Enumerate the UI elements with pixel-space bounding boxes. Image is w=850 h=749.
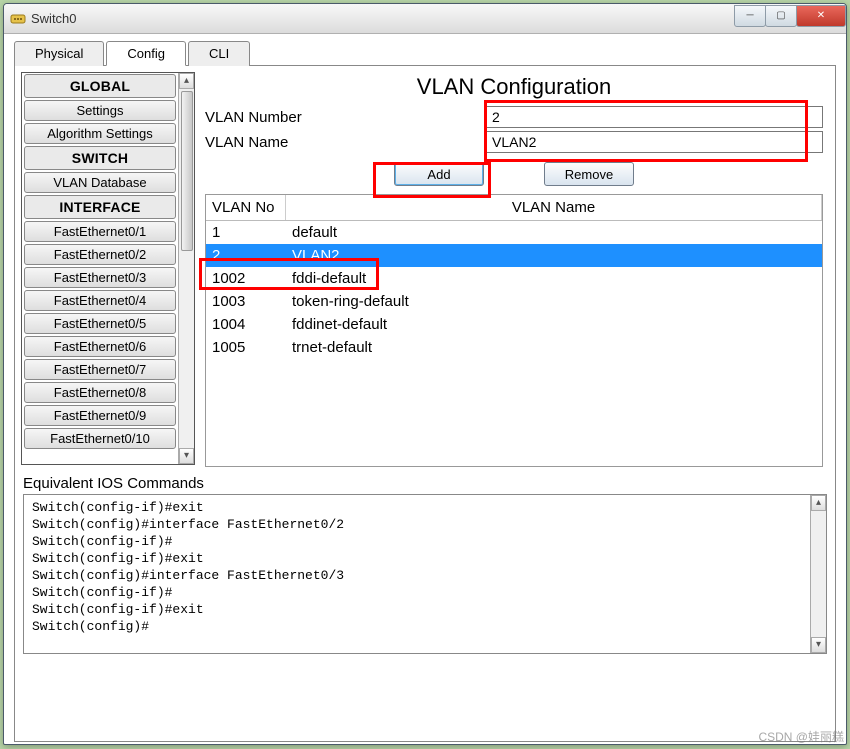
maximize-button[interactable]: ▢: [765, 5, 797, 27]
close-button[interactable]: ✕: [796, 5, 846, 27]
ios-box: Switch(config-if)#exit Switch(config)#in…: [23, 494, 827, 654]
vlan-name-input[interactable]: [485, 131, 823, 153]
cell-vlan-name: default: [292, 224, 816, 241]
cell-vlan-no: 2: [212, 247, 292, 264]
scroll-up-icon[interactable]: ▴: [179, 73, 194, 89]
sidebar-item[interactable]: FastEthernet0/4: [24, 290, 176, 311]
cell-vlan-no: 1003: [212, 293, 292, 310]
col-vlan-name[interactable]: VLAN Name: [286, 195, 822, 220]
main-panel: VLAN Configuration VLAN Number VLAN Name…: [201, 66, 835, 471]
col-vlan-no[interactable]: VLAN No: [206, 195, 286, 220]
scroll-down-icon[interactable]: ▾: [811, 637, 826, 653]
remove-button[interactable]: Remove: [544, 162, 634, 186]
sidebar-item[interactable]: FastEthernet0/3: [24, 267, 176, 288]
sidebar-scrollbar[interactable]: ▴ ▾: [178, 73, 194, 464]
app-window: Switch0 ─ ▢ ✕ PhysicalConfigCLI GLOBALSe…: [3, 3, 847, 745]
sidebar-item[interactable]: VLAN Database: [24, 172, 176, 193]
cell-vlan-name: fddinet-default: [292, 316, 816, 333]
sidebar-group[interactable]: GLOBAL: [24, 74, 176, 98]
cell-vlan-no: 1: [212, 224, 292, 241]
tab-config[interactable]: Config: [106, 41, 186, 66]
ios-output[interactable]: Switch(config-if)#exit Switch(config)#in…: [24, 495, 810, 653]
vlan-number-label: VLAN Number: [205, 109, 485, 126]
scroll-thumb[interactable]: [181, 91, 193, 251]
tab-cli[interactable]: CLI: [188, 41, 250, 66]
scroll-up-icon[interactable]: ▴: [811, 495, 826, 511]
table-row[interactable]: 1default: [206, 221, 822, 244]
app-icon: [10, 11, 26, 27]
sidebar-item[interactable]: FastEthernet0/2: [24, 244, 176, 265]
client-area: PhysicalConfigCLI GLOBALSettingsAlgorith…: [4, 34, 846, 744]
sidebar-item[interactable]: Algorithm Settings: [24, 123, 176, 144]
sidebar-item[interactable]: FastEthernet0/8: [24, 382, 176, 403]
cell-vlan-name: fddi-default: [292, 270, 816, 287]
window-controls: ─ ▢ ✕: [735, 5, 846, 27]
tab-physical[interactable]: Physical: [14, 41, 104, 66]
scroll-down-icon[interactable]: ▾: [179, 448, 194, 464]
table-row[interactable]: 1002fddi-default: [206, 267, 822, 290]
config-tab-pane: GLOBALSettingsAlgorithm SettingsSWITCHVL…: [14, 66, 836, 742]
vlan-number-input[interactable]: [485, 106, 823, 128]
panel-title: VLAN Configuration: [205, 74, 823, 100]
tab-bar: PhysicalConfigCLI: [14, 40, 836, 66]
sidebar-group[interactable]: INTERFACE: [24, 195, 176, 219]
sidebar-list: GLOBALSettingsAlgorithm SettingsSWITCHVL…: [22, 73, 178, 464]
sidebar-item[interactable]: FastEthernet0/6: [24, 336, 176, 357]
titlebar[interactable]: Switch0 ─ ▢ ✕: [4, 4, 846, 34]
watermark: CSDN @娃丽糕: [758, 728, 844, 745]
table-body: 1default2VLAN21002fddi-default1003token-…: [206, 221, 822, 466]
table-row[interactable]: 1005trnet-default: [206, 336, 822, 359]
table-row[interactable]: 2VLAN2: [206, 244, 822, 267]
sidebar-item[interactable]: FastEthernet0/1: [24, 221, 176, 242]
cell-vlan-name: trnet-default: [292, 339, 816, 356]
ios-scrollbar[interactable]: ▴ ▾: [810, 495, 826, 653]
minimize-button[interactable]: ─: [734, 5, 766, 27]
cell-vlan-name: VLAN2: [292, 247, 816, 264]
window-title: Switch0: [31, 11, 735, 26]
config-area: GLOBALSettingsAlgorithm SettingsSWITCHVL…: [15, 66, 835, 471]
sidebar-item[interactable]: FastEthernet0/9: [24, 405, 176, 426]
table-row[interactable]: 1004fddinet-default: [206, 313, 822, 336]
sidebar-group[interactable]: SWITCH: [24, 146, 176, 170]
table-header: VLAN No VLAN Name: [206, 195, 822, 221]
cell-vlan-no: 1002: [212, 270, 292, 287]
cell-vlan-name: token-ring-default: [292, 293, 816, 310]
ios-label: Equivalent IOS Commands: [23, 475, 827, 492]
sidebar-item[interactable]: FastEthernet0/10: [24, 428, 176, 449]
sidebar-item[interactable]: FastEthernet0/5: [24, 313, 176, 334]
cell-vlan-no: 1004: [212, 316, 292, 333]
sidebar-item[interactable]: FastEthernet0/7: [24, 359, 176, 380]
vlan-name-label: VLAN Name: [205, 134, 485, 151]
sidebar: GLOBALSettingsAlgorithm SettingsSWITCHVL…: [21, 72, 195, 465]
table-row[interactable]: 1003token-ring-default: [206, 290, 822, 313]
ios-area: Equivalent IOS Commands Switch(config-if…: [15, 471, 835, 662]
vlan-table: VLAN No VLAN Name 1default2VLAN21002fddi…: [205, 194, 823, 467]
cell-vlan-no: 1005: [212, 339, 292, 356]
add-button[interactable]: Add: [394, 162, 484, 186]
sidebar-item[interactable]: Settings: [24, 100, 176, 121]
